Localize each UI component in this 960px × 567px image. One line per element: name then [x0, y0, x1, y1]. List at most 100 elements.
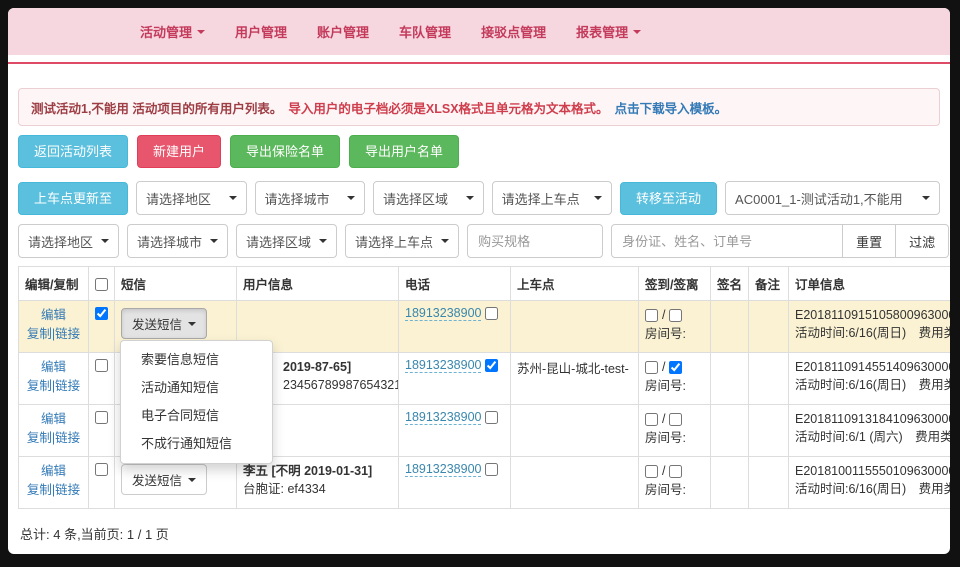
select-value: 请选择城市 [265, 189, 330, 208]
edit-link[interactable]: 编辑 [41, 464, 66, 478]
transfer-to-activity-button[interactable]: 转移至活动 [620, 182, 717, 215]
back-to-activity-list-button[interactable]: 返回活动列表 [18, 135, 128, 168]
signature-cell [711, 405, 749, 457]
app-window: 活动管理 用户管理 账户管理 车队管理 接驳点管理 报表管理 测试活动1,不能用… [8, 8, 950, 554]
sign-out-checkbox[interactable] [669, 309, 682, 322]
download-template-link[interactable]: 点击下载导入模板。 [615, 98, 728, 117]
nav-item-account-management[interactable]: 账户管理 [317, 22, 369, 41]
row-checkbox[interactable] [95, 359, 108, 372]
header-sign-in-out: 签到/签离 [639, 267, 711, 301]
new-user-button[interactable]: 新建用户 [137, 135, 221, 168]
menu-item-request-info-sms[interactable]: 索要信息短信 [121, 346, 272, 374]
district-select[interactable]: 请选择区域 [373, 181, 484, 215]
row-checkbox[interactable] [95, 411, 108, 424]
row-checkbox[interactable] [95, 307, 108, 320]
spec-input[interactable] [467, 224, 603, 258]
update-pickup-point-button[interactable]: 上车点更新至 [18, 182, 128, 215]
select-value: AC0001_1-测试活动1,不能用 [735, 189, 903, 208]
copy-link-link[interactable]: 复制|链接 [27, 379, 80, 393]
caret-down-icon [441, 239, 449, 243]
edit-link[interactable]: 编辑 [41, 412, 66, 426]
menu-item-e-contract-sms[interactable]: 电子合同短信 [121, 402, 272, 430]
export-user-list-button[interactable]: 导出用户名单 [349, 135, 459, 168]
filter-button[interactable]: 过滤 [896, 224, 949, 258]
pickup-point-value: 苏州-昆山-城北-test- [517, 362, 629, 376]
phone-link[interactable]: 18913238900 [405, 358, 481, 373]
search-input[interactable] [611, 224, 843, 258]
sign-separator: / [662, 410, 665, 428]
nav-item-fleet-management[interactable]: 车队管理 [399, 22, 451, 41]
copy-link-link[interactable]: 复制|链接 [27, 431, 80, 445]
order-number: E201811091455140963000019 [795, 358, 950, 376]
phone-checkbox[interactable] [485, 411, 498, 424]
user-table-wrap: 编辑/复制 短信 用户信息 电话 上车点 签到/签离 签名 备注 订单信息 [18, 266, 940, 509]
sign-separator: / [662, 462, 665, 480]
sign-out-checkbox[interactable] [669, 413, 682, 426]
select-all-checkbox[interactable] [95, 278, 108, 291]
caret-down-icon [922, 196, 930, 200]
sign-in-checkbox[interactable] [645, 465, 658, 478]
sign-in-checkbox[interactable] [645, 413, 658, 426]
order-activity-time: 活动时间:6/16(周日) 费用类型 [795, 376, 950, 394]
nav-item-label: 活动管理 [140, 22, 192, 41]
region-filter-select[interactable]: 请选择地区 [18, 224, 119, 258]
note-cell [749, 405, 789, 457]
copy-link-link[interactable]: 复制|链接 [27, 483, 80, 497]
copy-link-link[interactable]: 复制|链接 [27, 327, 80, 341]
phone-link[interactable]: 18913238900 [405, 306, 481, 321]
sign-out-checkbox[interactable] [669, 361, 682, 374]
pickup-filter-select[interactable]: 请选择上车点 [345, 224, 459, 258]
header-sms: 短信 [115, 267, 237, 301]
header-edit-copy: 编辑/复制 [19, 267, 89, 301]
phone-checkbox[interactable] [485, 463, 498, 476]
caret-down-icon [347, 196, 355, 200]
city-select[interactable]: 请选择城市 [255, 181, 366, 215]
nav-item-activity-management[interactable]: 活动管理 [140, 22, 205, 41]
note-cell [749, 301, 789, 353]
nav-item-label: 接驳点管理 [481, 22, 546, 41]
send-sms-button[interactable]: 发送短信 [121, 308, 207, 339]
row-checkbox[interactable] [95, 463, 108, 476]
caret-down-icon [210, 239, 218, 243]
room-number-label: 房间号: [645, 376, 704, 396]
reset-button[interactable]: 重置 [843, 224, 896, 258]
order-number: E201811091318410963000031 [795, 410, 950, 428]
menu-item-cancellation-notice-sms[interactable]: 不成行通知短信 [121, 430, 272, 458]
caret-down-icon [594, 196, 602, 200]
sign-in-checkbox[interactable] [645, 309, 658, 322]
phone-link[interactable]: 18913238900 [405, 410, 481, 425]
caret-down-icon [188, 478, 196, 482]
nav-item-label: 车队管理 [399, 22, 451, 41]
menu-item-activity-notice-sms[interactable]: 活动通知短信 [121, 374, 272, 402]
region-select[interactable]: 请选择地区 [136, 181, 247, 215]
phone-link[interactable]: 18913238900 [405, 462, 481, 477]
export-insurance-list-button[interactable]: 导出保险名单 [230, 135, 340, 168]
sign-in-checkbox[interactable] [645, 361, 658, 374]
select-value: 请选择区域 [383, 189, 448, 208]
sign-separator: / [662, 306, 665, 324]
phone-checkbox[interactable] [485, 307, 498, 320]
order-activity-time: 活动时间:6/1 (周六) 费用类型 [795, 428, 950, 446]
note-cell [749, 353, 789, 405]
edit-link[interactable]: 编辑 [41, 360, 66, 374]
caret-down-icon [319, 239, 327, 243]
alert-import-hint: 导入用户的电子档必须是XLSX格式且单元格为文本格式。 [288, 98, 608, 117]
send-sms-label: 发送短信 [132, 470, 182, 489]
district-filter-select[interactable]: 请选择区域 [236, 224, 337, 258]
select-value: 请选择地区 [28, 232, 93, 251]
send-sms-button[interactable]: 发送短信 [121, 464, 207, 495]
edit-link[interactable]: 编辑 [41, 308, 66, 322]
caret-down-icon [101, 239, 109, 243]
activity-select[interactable]: AC0001_1-测试活动1,不能用 [725, 181, 940, 215]
room-number-label: 房间号: [645, 480, 704, 500]
pickup-point-select[interactable]: 请选择上车点 [492, 181, 612, 215]
nav-item-report-management[interactable]: 报表管理 [576, 22, 641, 41]
nav-item-user-management[interactable]: 用户管理 [235, 22, 287, 41]
nav-item-shuttle-point-management[interactable]: 接驳点管理 [481, 22, 546, 41]
phone-checkbox[interactable] [485, 359, 498, 372]
select-value: 请选择上车点 [502, 189, 580, 208]
nav-item-label: 账户管理 [317, 22, 369, 41]
note-cell [749, 457, 789, 509]
city-filter-select[interactable]: 请选择城市 [127, 224, 228, 258]
sign-out-checkbox[interactable] [669, 465, 682, 478]
